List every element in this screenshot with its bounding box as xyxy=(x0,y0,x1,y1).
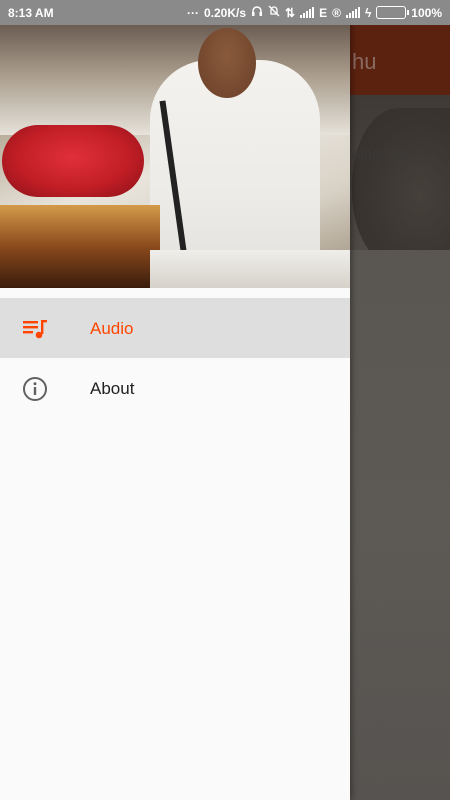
drawer-menu: Audio About xyxy=(0,298,350,418)
signal-icon-2 xyxy=(345,7,360,18)
info-icon xyxy=(22,376,48,402)
registered-icon: ® xyxy=(332,5,341,20)
status-time: 8:13 AM xyxy=(8,6,54,20)
battery-percent: 100% xyxy=(411,5,442,20)
navigation-drawer: Audio About xyxy=(0,0,350,800)
menu-item-label: Audio xyxy=(90,319,134,338)
status-icons: ··· 0.20K/s ⇅ E ® ϟ 100% xyxy=(187,5,442,20)
status-bar: 8:13 AM ··· 0.20K/s ⇅ E ® ϟ 100% xyxy=(0,0,450,25)
data-transfer-icon: ⇅ xyxy=(285,5,296,20)
header-drum xyxy=(2,125,144,197)
speed-icon: ··· xyxy=(186,5,199,20)
menu-item-about[interactable]: About xyxy=(0,358,350,418)
drawer-header-image xyxy=(0,0,350,288)
app-list-item[interactable]: ainandan Pr... xyxy=(352,146,450,163)
app-title: hu xyxy=(352,49,377,74)
app-photo-face xyxy=(352,108,450,268)
header-floor xyxy=(150,250,350,288)
network-type: E xyxy=(319,5,328,20)
signal-icon xyxy=(300,7,315,18)
header-harmonium xyxy=(0,205,160,288)
header-singer-head xyxy=(198,28,256,98)
menu-item-label: About xyxy=(90,379,135,398)
network-speed: 0.20K/s xyxy=(203,5,247,20)
charging-icon: ϟ xyxy=(364,5,372,20)
playlist-music-icon xyxy=(22,316,48,342)
battery-icon xyxy=(376,6,410,19)
app-photo-shirt xyxy=(350,250,450,800)
menu-item-audio[interactable]: Audio xyxy=(0,298,350,358)
headset-icon xyxy=(251,5,263,20)
mute-bell-icon xyxy=(268,5,280,20)
